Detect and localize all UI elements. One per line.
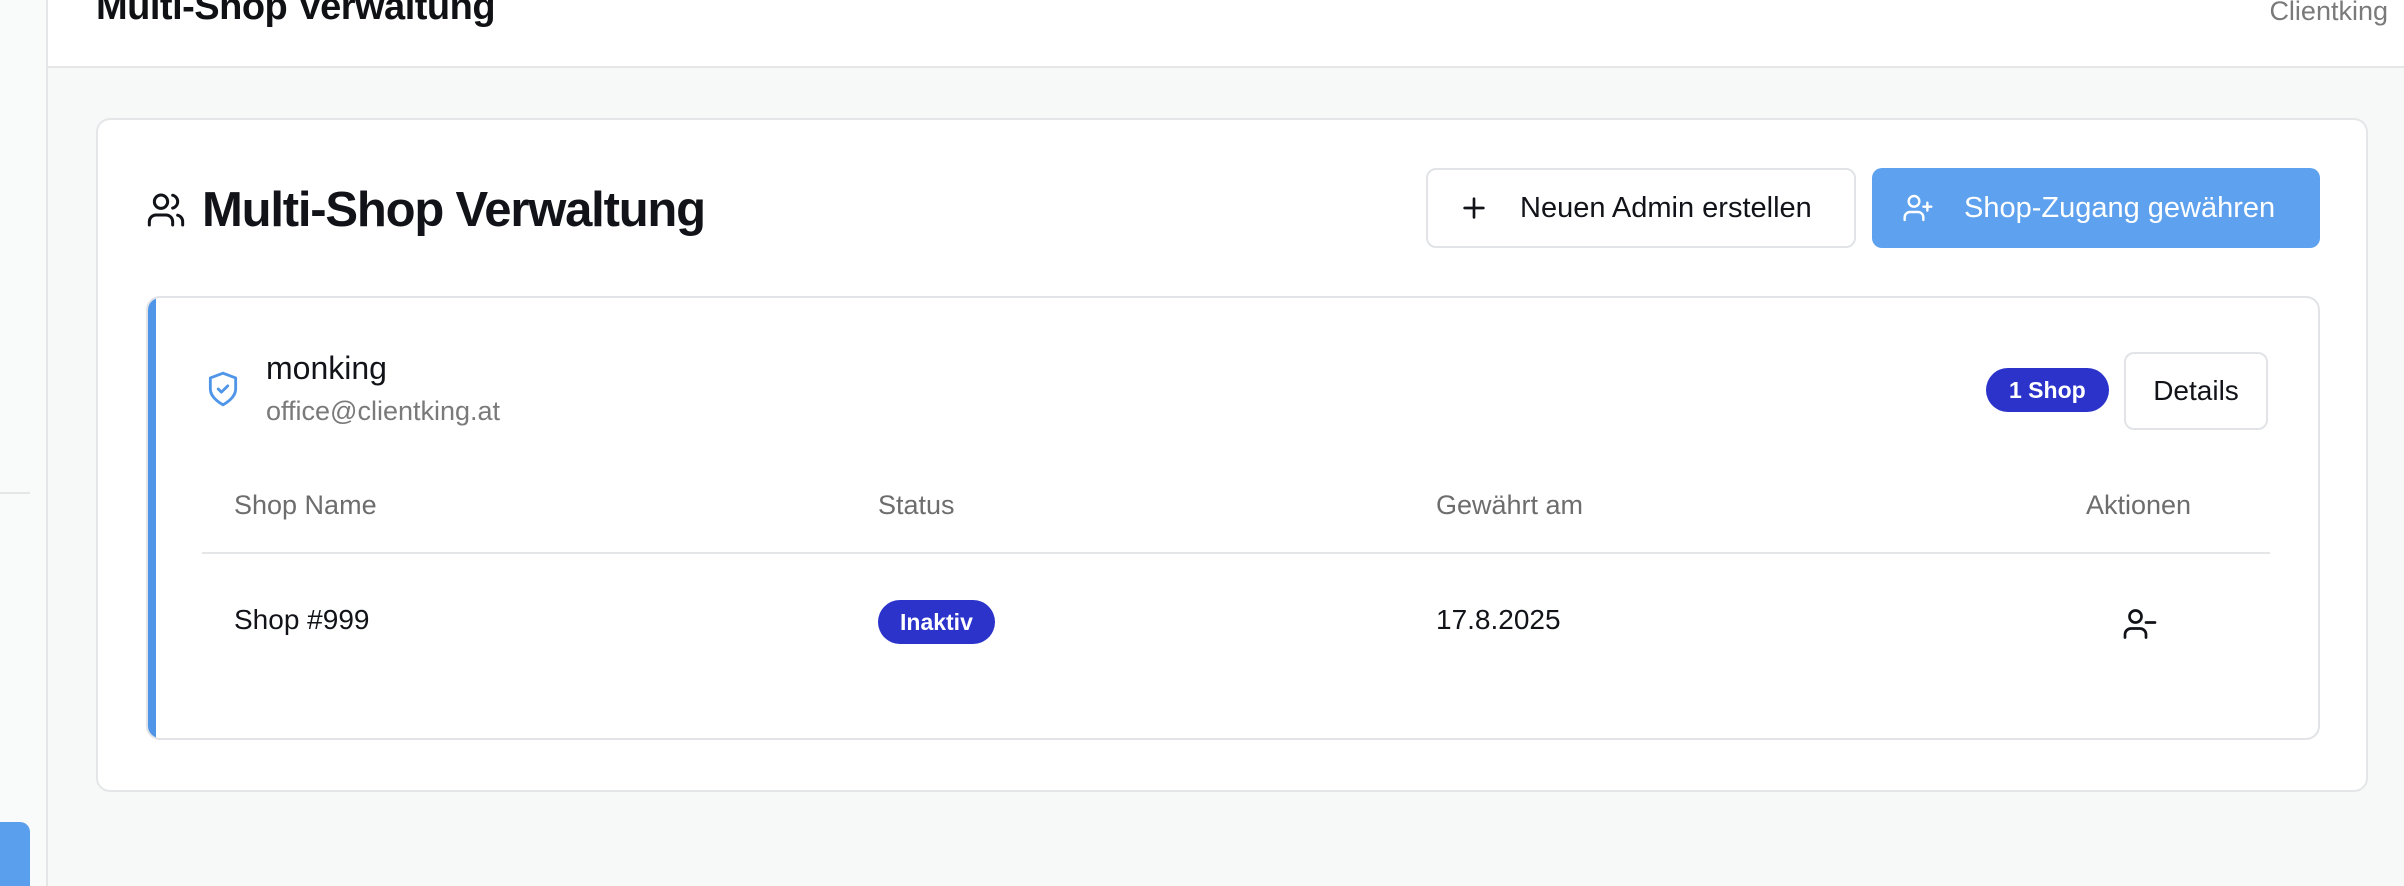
column-header-granted-at: Gewährt am [1436, 490, 1584, 520]
table-divider [202, 552, 2270, 554]
admin-entry: monking office@clientking.at 1 Shop Deta… [146, 296, 2320, 740]
shop-count-badge: 1 Shop [1986, 368, 2109, 412]
grant-shop-access-button[interactable]: Shop-Zugang gewähren [1872, 168, 2320, 248]
page-title: Multi-Shop Verwaltung [96, 0, 496, 28]
new-admin-label: Neuen Admin erstellen [1520, 191, 1812, 224]
user-name[interactable]: Clientking [2269, 0, 2388, 27]
cell-shop-name: Shop #999 [234, 604, 370, 635]
card-title: Multi-Shop Verwaltung [202, 183, 706, 237]
admin-accent-bar [148, 298, 156, 738]
sidebar-button[interactable] [0, 822, 30, 886]
new-admin-button[interactable]: Neuen Admin erstellen [1426, 168, 1856, 248]
user-plus-icon [1903, 194, 1933, 222]
status-badge: Inaktiv [878, 600, 995, 644]
column-header-status: Status [878, 490, 955, 520]
users-icon [147, 193, 185, 227]
details-button[interactable]: Details [2124, 352, 2268, 430]
plus-icon [1463, 197, 1485, 219]
sidebar-divider [0, 492, 30, 494]
cell-granted-at: 17.8.2025 [1436, 604, 1561, 635]
column-header-shop-name: Shop Name [234, 490, 377, 520]
sidebar [0, 0, 48, 886]
column-header-actions: Aktionen [2086, 490, 2192, 520]
grant-access-label: Shop-Zugang gewähren [1964, 191, 2276, 224]
admin-name: monking [266, 350, 387, 386]
multi-shop-card: Multi-Shop Verwaltung Neuen Admin erstel… [96, 118, 2368, 792]
top-header: Multi-Shop Verwaltung Clientking [48, 0, 2404, 68]
shield-check-icon [208, 371, 238, 407]
user-minus-icon[interactable] [2122, 606, 2158, 642]
admin-email: office@clientking.at [266, 396, 501, 426]
